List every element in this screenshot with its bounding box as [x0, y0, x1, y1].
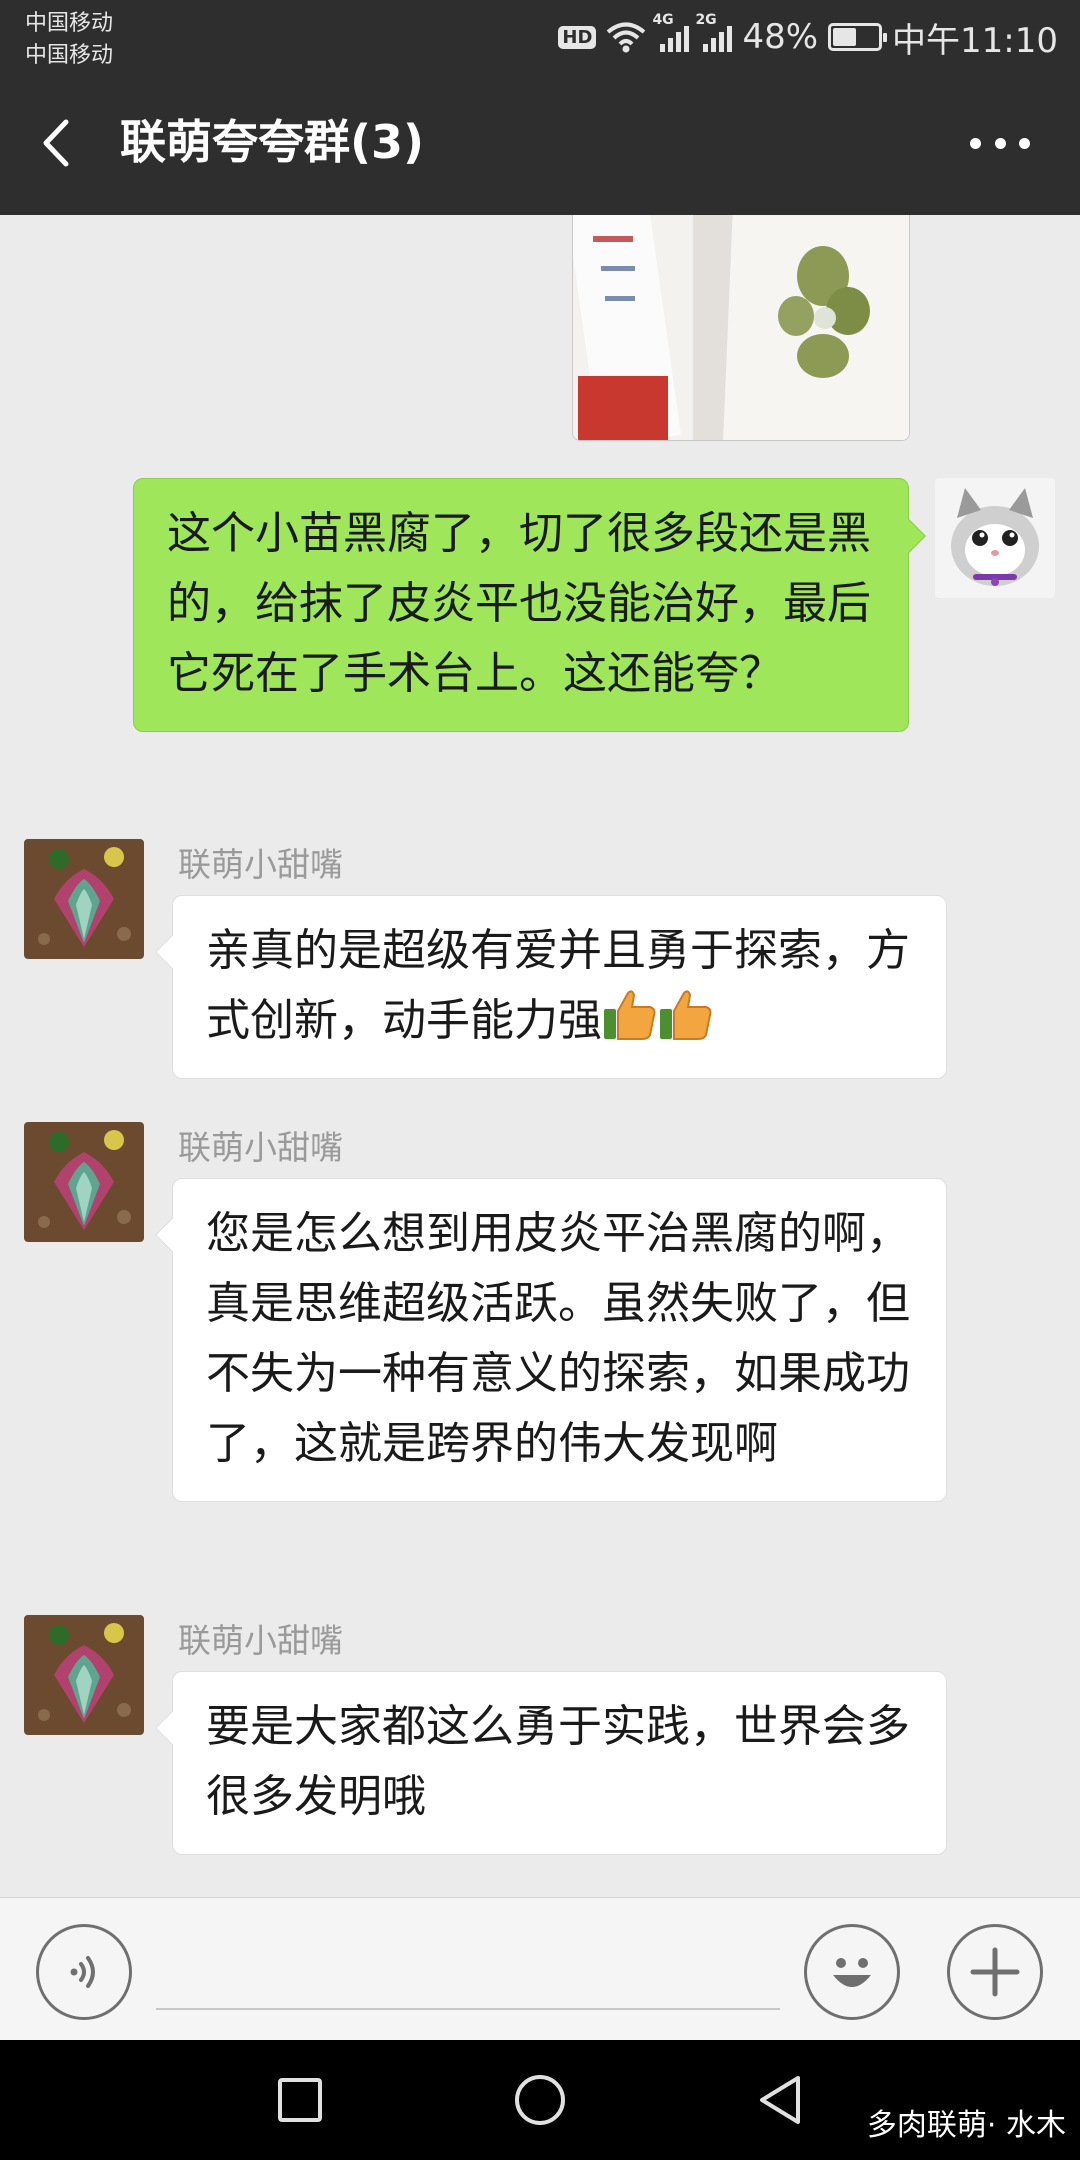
emoji-button[interactable]: [804, 1924, 900, 2020]
bubble-tail: [155, 1218, 189, 1252]
battery-icon: [828, 23, 888, 51]
navigation-bar: 多肉联萌· 水木: [0, 2040, 1080, 2160]
photo-content: [573, 215, 909, 440]
bubble-tail: [155, 935, 189, 969]
chevron-left-icon[interactable]: [38, 118, 74, 168]
signal-sim2-icon: 2G: [695, 12, 733, 52]
message-text: 要是大家都这么勇于实践，世界会多很多发明哦: [206, 1701, 910, 1822]
hd-badge: HD: [558, 25, 597, 49]
their-message-bubble[interactable]: 亲真的是超级有爱并且勇于探索，方式创新，动手能力强: [155, 895, 947, 1079]
title-bar: 中国移动 中国移动 HD 4G 2G 48% 中午11:10 联萌夸夸群(3): [0, 0, 1080, 215]
chat-title: 联萌夸夸群(3): [120, 115, 425, 169]
square-icon: [278, 2078, 322, 2122]
sim1-network-label: 4G: [652, 12, 674, 28]
voice-icon: [70, 1956, 95, 1988]
message-text: 亲真的是超级有爱并且勇于探索，方式创新，动手能力强: [206, 925, 910, 1046]
succulent-avatar-icon: [24, 839, 144, 959]
message-input[interactable]: [156, 1928, 780, 2010]
message-text-container: 亲真的是超级有爱并且勇于探索，方式创新，动手能力强: [206, 916, 916, 1056]
sender-avatar[interactable]: [24, 1615, 144, 1735]
cat-avatar-icon: [935, 478, 1055, 598]
chat-area[interactable]: 这个小苗黑腐了，切了很多段还是黑的，给抹了皮炎平也没能治好，最后它死在了手术台上…: [0, 215, 1080, 1897]
more-actions-button[interactable]: [947, 1924, 1043, 2020]
carrier-1: 中国移动: [25, 11, 114, 36]
back-button[interactable]: [750, 2070, 810, 2130]
status-icons: HD 4G 2G 48% 中午11:10: [558, 12, 1058, 61]
message-text: 这个小苗黑腐了，切了很多段还是黑的，给抹了皮炎平也没能治好，最后它死在了手术台上…: [167, 508, 871, 699]
succulent-avatar-icon: [24, 1615, 144, 1735]
message-text: 您是怎么想到用皮炎平治黑腐的啊，真是思维超级活跃。虽然失败了，但不失为一种有意义…: [206, 1208, 910, 1469]
bubble-tail: [892, 519, 926, 553]
thumbs-up-icon: [660, 990, 712, 1040]
carrier-labels: 中国移动 中国移动: [25, 8, 113, 72]
smiley-icon: [833, 1958, 871, 1987]
battery-percent: 48%: [742, 17, 819, 57]
their-message-bubble[interactable]: 要是大家都这么勇于实践，世界会多很多发明哦: [155, 1671, 947, 1855]
my-avatar[interactable]: [935, 478, 1055, 598]
watermark: 多肉联萌· 水木: [866, 2108, 1066, 2143]
input-bar: [0, 1897, 1080, 2040]
succulent-avatar-icon: [24, 1122, 144, 1242]
plus-icon: [970, 1947, 1020, 1997]
battery-fill: [833, 28, 857, 46]
my-message-bubble[interactable]: 这个小苗黑腐了，切了很多段还是黑的，给抹了皮炎平也没能治好，最后它死在了手术台上…: [133, 478, 926, 732]
sender-name: 联萌小甜嘴: [178, 1128, 343, 1167]
home-button[interactable]: [510, 2070, 570, 2130]
sent-photo[interactable]: [572, 215, 910, 441]
thumbs-up-icon: [604, 990, 656, 1040]
sender-name: 联萌小甜嘴: [178, 1621, 343, 1660]
recents-button[interactable]: [270, 2070, 330, 2130]
more-dots-icon[interactable]: [970, 132, 1030, 154]
sim2-network-label: 2G: [695, 12, 717, 28]
sender-avatar[interactable]: [24, 1122, 144, 1242]
voice-button[interactable]: [36, 1924, 132, 2020]
triangle-back-icon: [760, 2076, 800, 2124]
wifi-icon: [607, 22, 646, 53]
circle-icon: [515, 2075, 565, 2125]
sender-name: 联萌小甜嘴: [178, 845, 343, 884]
bubble-tail: [155, 1711, 189, 1745]
signal-sim1-icon: 4G: [652, 12, 690, 52]
clock: 中午11:10: [892, 20, 1058, 61]
their-message-bubble[interactable]: 您是怎么想到用皮炎平治黑腐的啊，真是思维超级活跃。虽然失败了，但不失为一种有意义…: [155, 1178, 947, 1502]
carrier-2: 中国移动: [25, 43, 114, 68]
sender-avatar[interactable]: [24, 839, 144, 959]
